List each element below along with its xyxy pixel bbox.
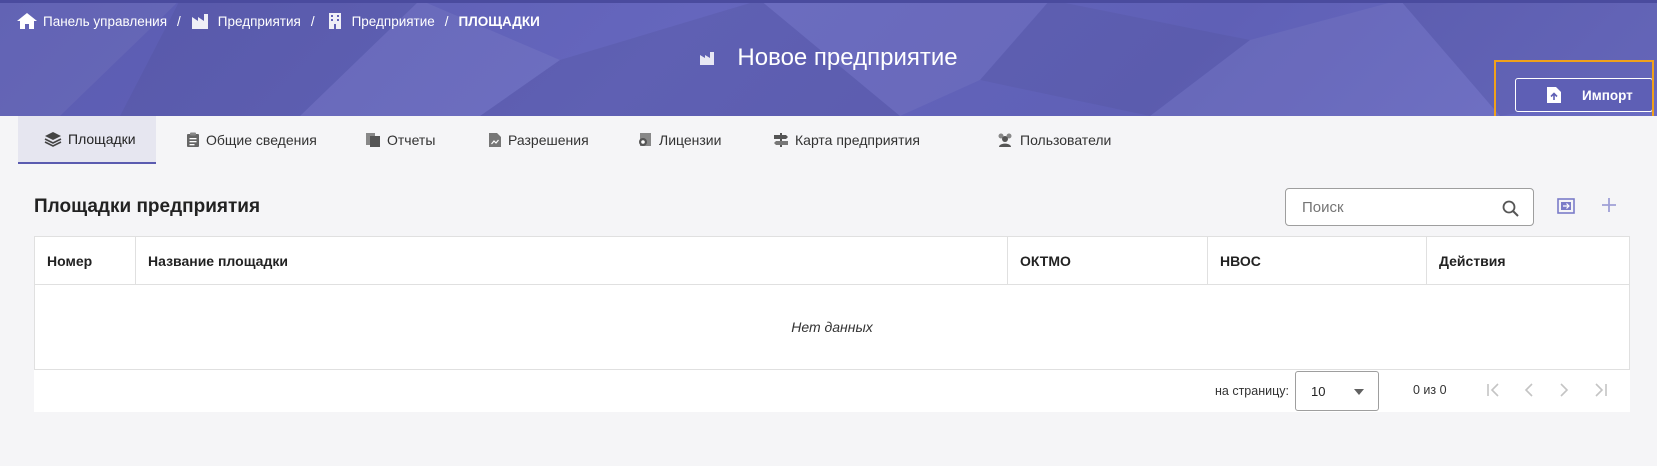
sites-table: Номер Название площадки ОКТМО НВОС Дейст… bbox=[34, 236, 1630, 370]
add-icon[interactable] bbox=[1601, 197, 1617, 213]
tab-label: Разрешения bbox=[508, 132, 589, 148]
breadcrumb-current: ПЛОЩАДКИ bbox=[458, 13, 540, 29]
breadcrumb-dashboard-label: Панель управления bbox=[43, 13, 168, 29]
section-title: Площадки предприятия bbox=[34, 196, 261, 217]
signpost-icon bbox=[774, 133, 788, 147]
breadcrumb-enterprise[interactable]: Предприятие bbox=[325, 12, 435, 30]
table-header: Номер Название площадки ОКТМО НВОС Дейст… bbox=[35, 237, 1629, 285]
export-icon[interactable] bbox=[1557, 198, 1575, 214]
building-icon bbox=[328, 13, 341, 29]
breadcrumb-enterprise-label: Предприятие bbox=[351, 13, 435, 29]
column-header-actions: Действия bbox=[1426, 237, 1629, 284]
tab-label: Общие сведения bbox=[206, 132, 317, 148]
column-header-site-name[interactable]: Название площадки bbox=[135, 237, 1007, 284]
page-title-text: Новое предприятие bbox=[737, 44, 958, 71]
per-page-value: 10 bbox=[1311, 384, 1326, 399]
tab-reports[interactable]: Отчеты bbox=[365, 116, 435, 164]
layers-icon bbox=[44, 132, 62, 147]
previous-page-icon[interactable] bbox=[1521, 382, 1537, 398]
breadcrumb-separator: / bbox=[444, 13, 449, 29]
users-icon bbox=[998, 133, 1012, 147]
search-input[interactable] bbox=[1300, 197, 1494, 217]
per-page-select[interactable]: 10 bbox=[1295, 371, 1379, 411]
paginator: на страницу: 10 0 из 0 bbox=[34, 370, 1630, 412]
document-chart-icon bbox=[489, 133, 501, 147]
search-field[interactable] bbox=[1285, 188, 1534, 226]
tab-general-info[interactable]: Общие сведения bbox=[186, 116, 317, 164]
tab-permits[interactable]: Разрешения bbox=[488, 116, 589, 164]
home-icon bbox=[17, 13, 37, 29]
next-page-icon[interactable] bbox=[1556, 382, 1572, 398]
breadcrumb: Панель управления / Предприятия / Предпр… bbox=[16, 10, 540, 32]
page-title: Новое предприятие bbox=[0, 42, 1657, 74]
last-page-icon[interactable] bbox=[1591, 382, 1609, 398]
tab-sites[interactable]: Площадки bbox=[18, 116, 156, 164]
factory-icon bbox=[700, 52, 715, 65]
search-icon[interactable] bbox=[1502, 200, 1519, 217]
license-icon bbox=[639, 133, 651, 146]
breadcrumb-enterprises-label: Предприятия bbox=[217, 13, 301, 29]
tab-users[interactable]: Пользователи bbox=[996, 116, 1111, 164]
empty-state: Нет данных bbox=[791, 319, 873, 335]
column-header-oktmo[interactable]: ОКТМО bbox=[1007, 237, 1207, 284]
first-page-icon[interactable] bbox=[1485, 382, 1503, 398]
tab-label: Пользователи bbox=[1020, 132, 1112, 148]
documents-icon bbox=[366, 133, 380, 147]
breadcrumb-dashboard[interactable]: Панель управления bbox=[16, 12, 167, 30]
column-header-number[interactable]: Номер bbox=[35, 237, 135, 284]
chevron-down-icon bbox=[1354, 389, 1364, 395]
clipboard-icon bbox=[187, 132, 199, 147]
tab-licenses[interactable]: Лицензии bbox=[637, 116, 721, 164]
breadcrumb-separator: / bbox=[177, 13, 181, 29]
page-range-label: 0 из 0 bbox=[1413, 383, 1447, 397]
tab-label: Карта предприятия bbox=[795, 132, 920, 148]
tab-label: Отчеты bbox=[387, 132, 436, 148]
column-header-nvos[interactable]: НВОС bbox=[1207, 237, 1426, 284]
tab-enterprise-map[interactable]: Карта предприятия bbox=[773, 116, 920, 164]
page-header: Панель управления / Предприятия / Предпр… bbox=[0, 0, 1657, 116]
tab-label: Лицензии bbox=[659, 132, 722, 148]
breadcrumb-enterprises[interactable]: Предприятия bbox=[191, 12, 301, 30]
per-page-label: на страницу: bbox=[1215, 384, 1289, 398]
tab-label: Площадки bbox=[68, 131, 136, 147]
tab-bar: Площадки Общие сведения Отчеты Разрешени… bbox=[0, 116, 1657, 164]
breadcrumb-separator: / bbox=[310, 13, 315, 29]
factory-icon bbox=[191, 14, 208, 29]
